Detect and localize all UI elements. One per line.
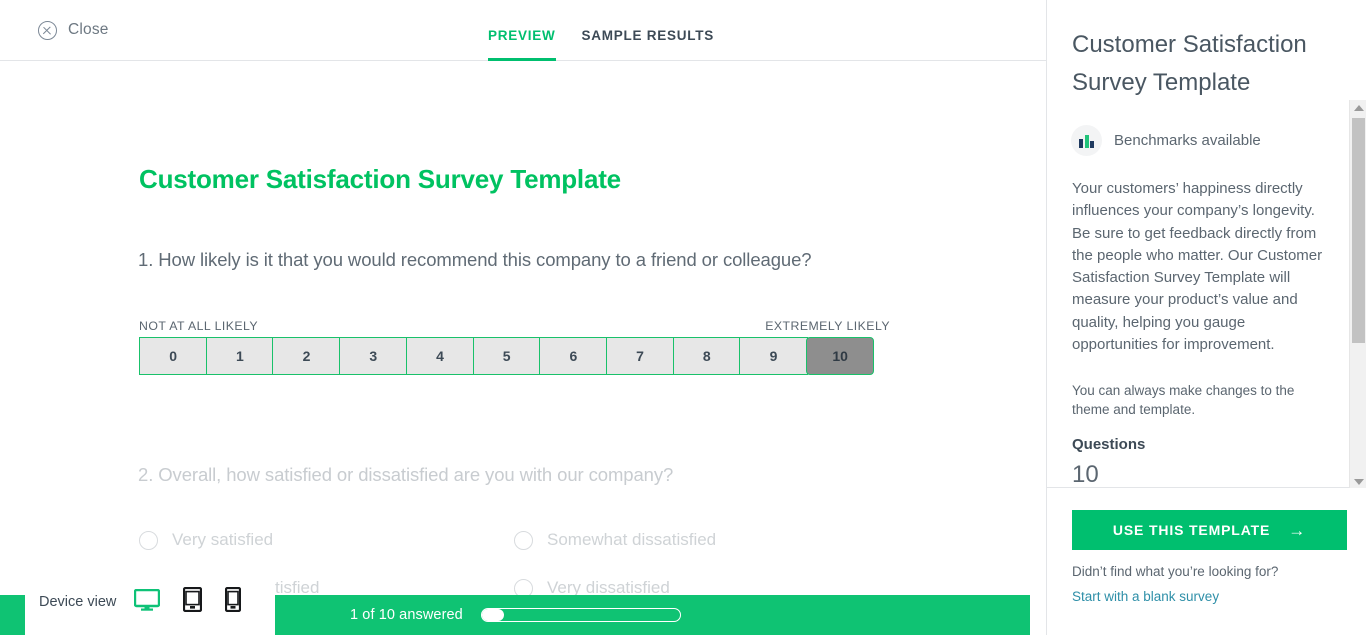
q2-option-label: Very satisfied: [172, 530, 274, 549]
nps-scale: 0 1 2 3 4 5 6 7 8 9 10: [139, 337, 875, 375]
q2-option-label: Somewhat dissatisfied: [547, 530, 717, 549]
desktop-icon[interactable]: [134, 588, 161, 616]
scale-right-label: EXTREMELY LIKELY: [765, 319, 890, 333]
progress-group: 1 of 10 answered: [350, 607, 681, 623]
nps-option-7[interactable]: 7: [605, 337, 675, 375]
nps-option-2[interactable]: 2: [272, 337, 341, 375]
scale-endpoint-labels: NOT AT ALL LIKELY EXTREMELY LIKELY: [139, 319, 890, 333]
nps-option-8[interactable]: 8: [672, 337, 741, 375]
nps-option-3[interactable]: 3: [339, 337, 408, 375]
progress-fill: [481, 609, 504, 621]
sidebar-scrollbar-thumb[interactable]: [1352, 118, 1365, 343]
tab-sample-results-label: SAMPLE RESULTS: [581, 28, 715, 43]
benchmarks-badge: Benchmarks available: [1071, 125, 1261, 156]
nps-option-1[interactable]: 1: [205, 337, 274, 375]
nps-option-10[interactable]: 10: [806, 337, 875, 375]
q2-option-very-satisfied[interactable]: Very satisfied: [139, 516, 514, 564]
q2-option-somewhat-dissatisfied[interactable]: Somewhat dissatisfied: [514, 516, 799, 564]
close-button[interactable]: Close: [38, 20, 109, 40]
device-view-panel: Device view: [25, 569, 275, 635]
tab-bar: PREVIEW SAMPLE RESULTS: [488, 0, 714, 61]
device-icon-group: [134, 586, 242, 617]
sidebar-scrollbar[interactable]: [1349, 100, 1366, 488]
tablet-icon[interactable]: [183, 586, 203, 617]
nps-option-4[interactable]: 4: [405, 337, 475, 375]
progress-track: [480, 608, 681, 622]
radio-icon: [514, 530, 533, 550]
start-blank-survey-link[interactable]: Start with a blank survey: [1072, 589, 1219, 604]
tab-preview-label: PREVIEW: [488, 28, 556, 43]
survey-preview-pane: Customer Satisfaction Survey Template 1.…: [0, 61, 1030, 635]
sidebar-scroll-up-arrow-icon[interactable]: [1353, 103, 1364, 111]
use-this-template-label: USE THIS TEMPLATE: [1112, 522, 1271, 538]
questions-count: 10: [1072, 461, 1099, 488]
mobile-icon[interactable]: [225, 586, 242, 617]
top-bar: Close PREVIEW SAMPLE RESULTS: [0, 0, 1046, 61]
tab-preview[interactable]: PREVIEW: [488, 0, 556, 61]
nps-option-0[interactable]: 0: [139, 337, 208, 375]
bar-chart-icon: [1071, 125, 1102, 156]
nps-option-9[interactable]: 9: [739, 337, 808, 375]
sidebar-scroll-down-arrow-icon[interactable]: [1353, 477, 1364, 485]
progress-label: 1 of 10 answered: [350, 607, 463, 623]
sidebar-title: Customer Satisfaction Survey Template: [1072, 31, 1307, 96]
question-2-text: 2. Overall, how satisfied or dissatisfie…: [138, 464, 674, 485]
questions-label: Questions: [1072, 436, 1146, 453]
sidebar-scroll-area: Customer Satisfaction Survey Template Be…: [1047, 0, 1366, 488]
sidebar-note: You can always make changes to the theme…: [1072, 383, 1295, 417]
use-this-template-button[interactable]: USE THIS TEMPLATE →: [1072, 510, 1347, 550]
tab-sample-results[interactable]: SAMPLE RESULTS: [582, 0, 715, 61]
template-detail-sidebar: Customer Satisfaction Survey Template Be…: [1046, 0, 1366, 635]
nps-option-5[interactable]: 5: [472, 337, 541, 375]
template-preview-page: Close PREVIEW SAMPLE RESULTS Customer Sa…: [0, 0, 1366, 635]
not-found-text: Didn’t find what you’re looking for?: [1072, 564, 1279, 579]
close-button-label: Close: [68, 21, 109, 38]
sidebar-description: Your customers’ happiness directly influ…: [1072, 180, 1323, 354]
close-circle-icon: [38, 20, 57, 40]
question-1-text: 1. How likely is it that you would recom…: [138, 249, 812, 270]
survey-title: Customer Satisfaction Survey Template: [139, 164, 621, 194]
benchmarks-label: Benchmarks available: [1114, 132, 1261, 149]
arrow-right-icon: →: [1288, 520, 1307, 540]
device-view-label: Device view: [39, 594, 117, 610]
scale-left-label: NOT AT ALL LIKELY: [139, 319, 259, 333]
radio-icon: [139, 530, 158, 550]
nps-option-6[interactable]: 6: [539, 337, 608, 375]
